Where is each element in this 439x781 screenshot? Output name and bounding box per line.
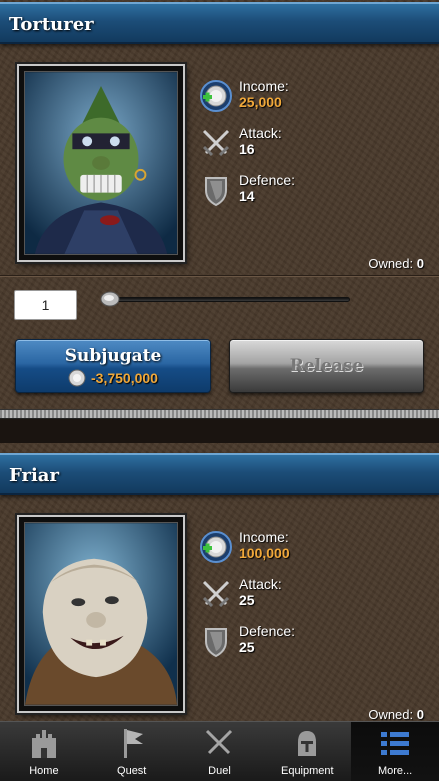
subjugate-cost-value: -3,750,000 [91, 370, 158, 386]
castle-icon [31, 730, 56, 758]
nav-item-equipment[interactable]: Equipment [263, 722, 351, 781]
bottom-nav: Home Quest Duel Equipment More... [0, 721, 439, 781]
owned-count: Owned: 0 [368, 707, 424, 722]
subjugate-label: Subjugate [64, 346, 162, 366]
quantity-input[interactable] [14, 290, 77, 320]
nav-item-home[interactable]: Home [0, 722, 88, 781]
release-label: Release [289, 356, 364, 376]
silver-coin-plus-icon [198, 529, 234, 565]
section-gap [0, 419, 439, 443]
crossed-swords-icon [198, 125, 234, 161]
owned-count: Owned: 0 [368, 256, 424, 271]
shield-icon [198, 623, 234, 659]
attack-value: 25 [239, 592, 255, 608]
owned-value: 0 [416, 256, 424, 271]
silver-coin-icon [68, 369, 86, 387]
shield-icon [198, 172, 234, 208]
defence-label: Defence: [239, 172, 296, 188]
torturer-portrait-image [25, 72, 177, 254]
unit-portrait-torturer [17, 64, 185, 262]
silver-coin-plus-icon [198, 78, 234, 114]
card-header: Friar [0, 453, 439, 495]
owned-label: Owned: [368, 707, 414, 722]
nav-label-more: More... [377, 765, 413, 777]
owned-value: 0 [416, 707, 424, 722]
screen: Torturer Income: 25,000 Attack: 16 Defen… [0, 0, 439, 781]
attack-value: 16 [239, 141, 255, 157]
list-icon [381, 732, 410, 755]
subjugate-cost: -3,750,000 [16, 369, 210, 387]
defence-value: 14 [239, 188, 255, 204]
subjugate-button[interactable]: Subjugate -3,750,000 [15, 339, 211, 393]
nav-label-duel: Duel [208, 765, 231, 777]
income-label: Income: [239, 78, 289, 94]
crossed-swords-icon [206, 729, 233, 755]
owned-label: Owned: [368, 256, 414, 271]
income-label: Income: [239, 529, 289, 545]
attack-label: Attack: [239, 125, 282, 141]
nav-label-equipment: Equipment [280, 765, 334, 777]
card-divider [0, 275, 439, 277]
section-separator [0, 409, 439, 419]
nav-label-quest: Quest [117, 765, 147, 777]
card-title: Torturer [9, 14, 94, 35]
defence-value: 25 [239, 639, 255, 655]
nav-item-more[interactable]: More... [351, 722, 439, 781]
nav-item-quest[interactable]: Quest [88, 722, 176, 781]
helmet-icon [298, 731, 317, 756]
release-button[interactable]: Release [229, 339, 424, 393]
attack-label: Attack: [239, 576, 282, 592]
income-value: 100,000 [239, 545, 290, 561]
defence-label: Defence: [239, 623, 296, 639]
card-title: Friar [9, 465, 59, 486]
unit-portrait-friar [17, 515, 185, 713]
nav-label-home: Home [29, 765, 59, 777]
slider-handle[interactable] [100, 290, 120, 308]
crossed-swords-icon [198, 576, 234, 612]
flag-icon [123, 729, 143, 758]
nav-item-duel[interactable]: Duel [176, 722, 264, 781]
card-header: Torturer [0, 2, 439, 44]
quantity-slider[interactable] [106, 297, 350, 302]
friar-portrait-image [25, 523, 177, 705]
income-value: 25,000 [239, 94, 282, 110]
